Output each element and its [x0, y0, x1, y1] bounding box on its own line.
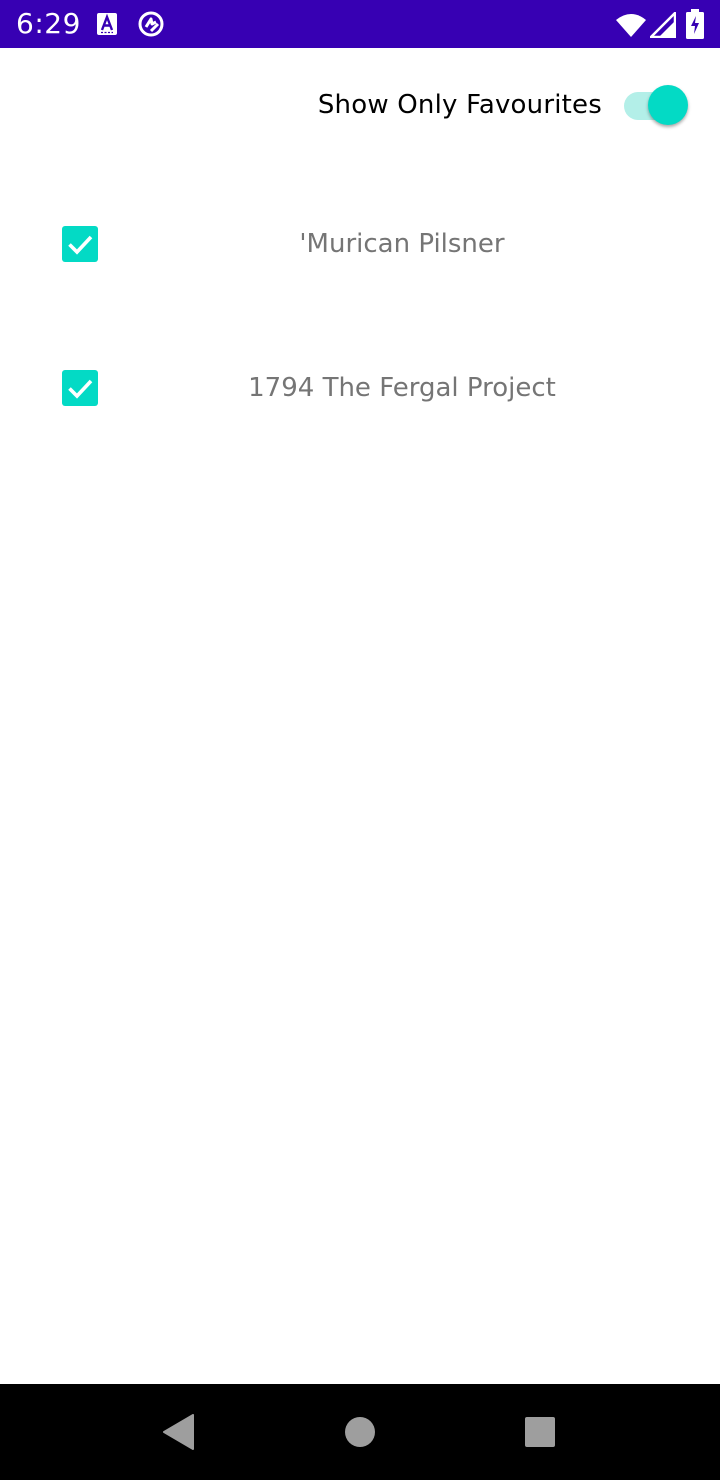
beer-name: 1794 The Fergal Project — [248, 373, 556, 403]
favourite-checkbox[interactable] — [62, 226, 98, 262]
favourites-toggle-switch[interactable] — [622, 84, 692, 128]
status-time: 6:29 — [16, 7, 81, 40]
sync-icon — [137, 10, 165, 38]
beer-name: 'Murican Pilsner — [299, 229, 505, 259]
app-screen: 6:29 Show Only Favourites 'Murican Pilsn… — [0, 0, 720, 1480]
favourites-filter-row: Show Only Favourites — [0, 60, 720, 150]
text-a-icon — [96, 12, 118, 36]
beer-list: 'Murican Pilsner 1794 The Fergal Project — [0, 172, 720, 460]
status-bar: 6:29 — [0, 0, 720, 48]
check-icon — [68, 379, 93, 399]
switch-thumb — [648, 85, 688, 125]
favourite-checkbox[interactable] — [62, 370, 98, 406]
home-icon[interactable] — [342, 1414, 378, 1450]
favourites-filter-label: Show Only Favourites — [317, 90, 602, 120]
back-icon[interactable] — [162, 1414, 198, 1450]
navigation-bar — [0, 1384, 720, 1480]
recents-icon[interactable] — [522, 1414, 558, 1450]
list-item[interactable]: 1794 The Fergal Project — [0, 316, 720, 460]
wifi-icon — [616, 12, 646, 38]
check-icon — [68, 235, 93, 255]
list-item[interactable]: 'Murican Pilsner — [0, 172, 720, 316]
signal-icon — [650, 12, 676, 38]
battery-charging-icon — [686, 9, 704, 39]
